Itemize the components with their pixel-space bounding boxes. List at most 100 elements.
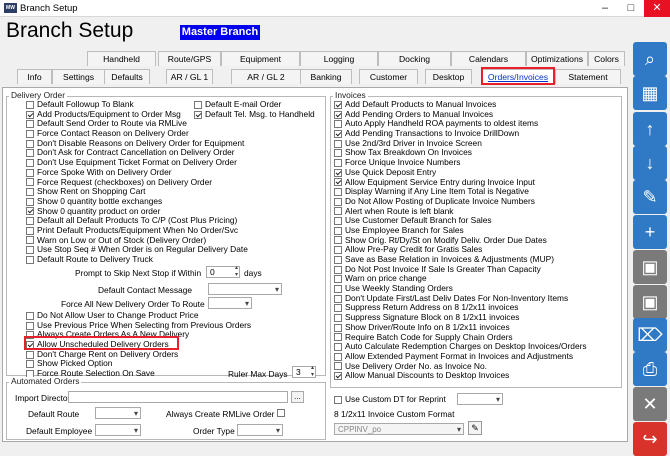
- force-new-order-route-dropdown[interactable]: [208, 297, 252, 309]
- tab-docking[interactable]: Docking: [378, 51, 451, 66]
- checkbox[interactable]: [26, 110, 34, 119]
- checkbox[interactable]: [26, 207, 34, 216]
- checkbox[interactable]: [334, 275, 342, 284]
- custom-dt-option[interactable]: Use Custom DT for Reprint: [334, 394, 446, 405]
- checkbox[interactable]: [334, 168, 342, 177]
- checkbox[interactable]: [26, 197, 34, 206]
- delete-button[interactable]: ⌦: [633, 318, 667, 352]
- checkbox[interactable]: [334, 313, 342, 322]
- checkbox[interactable]: [26, 149, 34, 158]
- default-employee-dropdown[interactable]: [95, 424, 141, 436]
- checkbox[interactable]: [26, 217, 34, 226]
- tab-defaults[interactable]: Defaults: [104, 69, 150, 84]
- default-route-dropdown[interactable]: [95, 407, 141, 419]
- checkbox[interactable]: [26, 311, 34, 320]
- tab-colors[interactable]: Colors: [588, 51, 625, 66]
- checkbox[interactable]: [334, 265, 342, 274]
- tab-info[interactable]: Info: [17, 69, 52, 84]
- checkbox[interactable]: [334, 120, 342, 129]
- checkbox[interactable]: [26, 321, 34, 330]
- order-type-dropdown[interactable]: [237, 424, 283, 436]
- edit-format-icon[interactable]: ✎: [468, 421, 482, 435]
- checkbox[interactable]: [26, 120, 34, 129]
- checkbox[interactable]: [26, 188, 34, 197]
- custom-dt-dropdown[interactable]: [457, 393, 503, 405]
- cancel-button[interactable]: ✕: [633, 387, 667, 421]
- checkbox[interactable]: [26, 129, 34, 138]
- checkbox[interactable]: [334, 149, 342, 158]
- checkbox[interactable]: [334, 236, 342, 245]
- checkbox[interactable]: [26, 236, 34, 245]
- custom-format-dropdown[interactable]: CPPINV_po: [334, 423, 464, 435]
- custom-dt-checkbox[interactable]: [334, 395, 342, 404]
- grid-button[interactable]: ▦: [633, 76, 667, 110]
- checkbox[interactable]: [334, 139, 342, 148]
- checkbox[interactable]: [334, 197, 342, 206]
- checkbox[interactable]: [334, 304, 342, 313]
- exit-button[interactable]: ↪: [633, 422, 667, 456]
- checkbox[interactable]: [334, 158, 342, 167]
- always-create-checkbox[interactable]: [277, 409, 285, 417]
- save-as-button[interactable]: ▣: [633, 285, 667, 319]
- checkbox[interactable]: [334, 226, 342, 235]
- close-button[interactable]: ✕: [644, 0, 670, 17]
- checkbox[interactable]: [26, 350, 34, 359]
- save-button[interactable]: ▣: [633, 250, 667, 284]
- prompt-skip-spinner[interactable]: 0: [206, 265, 240, 278]
- tab-calendars[interactable]: Calendars: [451, 51, 526, 66]
- checkbox[interactable]: [334, 362, 342, 371]
- tab-equipment[interactable]: Equipment: [221, 51, 300, 66]
- checkbox[interactable]: [26, 360, 34, 369]
- search-button[interactable]: ⌕: [633, 42, 667, 76]
- print-button[interactable]: ⎙: [633, 352, 667, 386]
- tab-settings[interactable]: Settings: [52, 69, 105, 84]
- tab-banking[interactable]: Banking: [300, 69, 352, 84]
- checkbox[interactable]: [334, 372, 342, 381]
- checkbox[interactable]: [26, 255, 34, 264]
- checkbox[interactable]: [334, 294, 342, 303]
- delivery-order-option[interactable]: Default Tel. Msg. to Handheld: [194, 109, 315, 120]
- browse-button[interactable]: ...: [291, 391, 304, 403]
- tab-statement[interactable]: Statement: [555, 69, 621, 84]
- checkbox[interactable]: [334, 110, 342, 119]
- checkbox[interactable]: [334, 188, 342, 197]
- checkbox[interactable]: [26, 158, 34, 167]
- checkbox[interactable]: [194, 110, 202, 119]
- minimize-button[interactable]: –: [592, 0, 618, 17]
- checkbox[interactable]: [26, 139, 34, 148]
- maximize-button[interactable]: □: [618, 0, 644, 17]
- checkbox[interactable]: [334, 207, 342, 216]
- delivery-order-option[interactable]: Default Route to Delivery Truck: [26, 254, 248, 265]
- ruler-max-days-spinner[interactable]: 3: [292, 365, 316, 378]
- tab-handheld[interactable]: Handheld: [87, 51, 156, 66]
- checkbox[interactable]: [26, 100, 34, 109]
- checkbox[interactable]: [334, 178, 342, 187]
- checkbox[interactable]: [334, 323, 342, 332]
- checkbox[interactable]: [334, 343, 342, 352]
- tab-optimizations[interactable]: Optimizations: [526, 51, 588, 66]
- checkbox[interactable]: [334, 129, 342, 138]
- tab-route-gps[interactable]: Route/GPS: [158, 51, 221, 66]
- checkbox[interactable]: [194, 100, 202, 109]
- tab-desktop[interactable]: Desktop: [425, 69, 472, 84]
- checkbox[interactable]: [26, 246, 34, 255]
- tab-logging[interactable]: Logging: [300, 51, 378, 66]
- checkbox[interactable]: [334, 255, 342, 264]
- checkbox[interactable]: [334, 333, 342, 342]
- arrow-down-button[interactable]: ↓: [633, 146, 667, 180]
- tab-ar-gl-1[interactable]: AR / GL 1: [166, 69, 213, 84]
- checkbox[interactable]: [334, 352, 342, 361]
- new-document-button[interactable]: +: [633, 215, 667, 249]
- checkbox[interactable]: [334, 246, 342, 255]
- tab-customer[interactable]: Customer: [359, 69, 418, 84]
- checkbox[interactable]: [334, 217, 342, 226]
- import-directory-input[interactable]: [68, 391, 288, 403]
- checkbox[interactable]: [26, 168, 34, 177]
- default-contact-message-dropdown[interactable]: [208, 283, 282, 295]
- tab-ar-gl-2[interactable]: AR / GL 2: [231, 69, 301, 84]
- edit-button[interactable]: ✎: [633, 180, 667, 214]
- checkbox[interactable]: [334, 284, 342, 293]
- checkbox[interactable]: [26, 178, 34, 187]
- checkbox[interactable]: [334, 100, 342, 109]
- checkbox[interactable]: [26, 226, 34, 235]
